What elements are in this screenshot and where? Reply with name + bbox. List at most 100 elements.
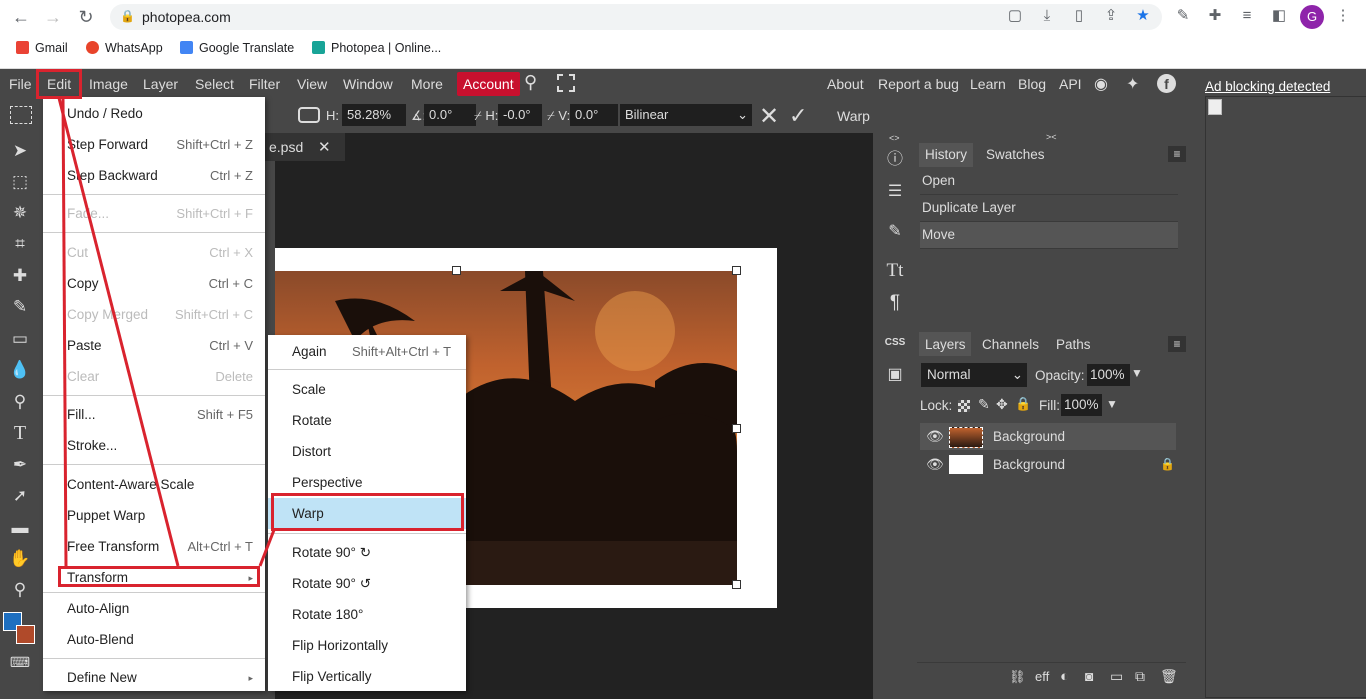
submenu-item-flip-horizontal[interactable]: Flip Horizontally xyxy=(292,638,388,653)
css-icon[interactable]: CSS xyxy=(883,331,907,355)
submenu-item-flip-vertical[interactable]: Flip Vertically xyxy=(292,669,372,684)
delete-layer-icon[interactable]: 🗑 xyxy=(1160,668,1178,685)
mask-icon[interactable]: ◙ xyxy=(1085,668,1093,684)
brush-settings-icon[interactable]: ✎ xyxy=(883,220,907,244)
link-learn[interactable]: Learn xyxy=(970,76,1006,92)
fill-dropdown-icon[interactable]: ▼ xyxy=(1106,397,1118,411)
reload-icon[interactable]: ↻ xyxy=(75,6,97,28)
tab-swatches[interactable]: Swatches xyxy=(986,147,1045,162)
new-layer-icon[interactable]: ⧉ xyxy=(1135,668,1145,685)
fill-input[interactable]: 100% xyxy=(1061,394,1102,416)
opacity-dropdown-icon[interactable]: ▼ xyxy=(1131,366,1143,380)
hand-icon[interactable]: ✋ xyxy=(8,547,32,571)
transform-handle[interactable] xyxy=(732,424,741,433)
tab-paths[interactable]: Paths xyxy=(1056,337,1091,352)
history-menu-icon[interactable]: ≡ xyxy=(1168,146,1186,162)
menu-filter[interactable]: Filter xyxy=(249,76,280,92)
folder-icon[interactable]: ▭ xyxy=(1110,668,1123,685)
cast-icon[interactable]: ▢ xyxy=(1006,7,1024,25)
eye-icon[interactable]: 👁 xyxy=(926,423,944,450)
submenu-item-again[interactable]: Again xyxy=(292,344,327,359)
angle-input[interactable]: 0.0° xyxy=(424,104,476,126)
avatar[interactable]: G xyxy=(1300,5,1324,29)
character-icon[interactable]: Tt xyxy=(883,259,907,283)
submenu-item-rotate-90-cw[interactable]: Rotate 90° ↻ xyxy=(292,545,371,561)
menu-image[interactable]: Image xyxy=(89,76,128,92)
page-icon[interactable]: ▯ xyxy=(1070,7,1088,25)
adjustments-icon[interactable]: ☰ xyxy=(883,180,907,204)
marquee-top-icon[interactable] xyxy=(10,106,32,124)
extensions-icon[interactable]: ✚ xyxy=(1206,7,1224,25)
link-ratio-icon[interactable] xyxy=(298,107,320,123)
confirm-transform-icon[interactable]: ✓ xyxy=(789,103,807,129)
eye-icon[interactable]: 👁 xyxy=(926,451,944,478)
menu-window[interactable]: Window xyxy=(343,76,393,92)
link-layers-icon[interactable]: ⛓ xyxy=(1009,669,1026,685)
gradient-icon[interactable]: ▭ xyxy=(8,327,32,351)
tab-history[interactable]: History xyxy=(925,147,967,162)
pen-icon[interactable]: ✒ xyxy=(8,453,32,477)
submenu-item-rotate[interactable]: Rotate xyxy=(292,413,332,428)
move-tool-icon[interactable]: ➤ xyxy=(8,139,32,163)
link-about[interactable]: About xyxy=(827,76,864,92)
close-tab-icon[interactable]: ✕ xyxy=(318,138,331,156)
skew-h-input[interactable]: -0.0° xyxy=(498,104,542,126)
back-icon[interactable]: ← xyxy=(10,6,32,28)
background-color-swatch[interactable] xyxy=(16,625,35,644)
paragraph-icon[interactable]: ¶ xyxy=(883,291,907,315)
effects-icon[interactable]: eff xyxy=(1035,669,1049,684)
account-button[interactable]: Account xyxy=(457,72,520,96)
history-item[interactable]: Duplicate Layer xyxy=(920,195,1178,222)
blur-icon[interactable]: 💧 xyxy=(8,358,32,382)
interpolation-select[interactable]: Bilinear ⌄ xyxy=(620,104,752,126)
lock-position-icon[interactable]: ✥ xyxy=(996,396,1008,413)
history-item-active[interactable]: Move xyxy=(920,222,1178,249)
kebab-menu-icon[interactable]: ⋮ xyxy=(1334,7,1352,25)
layer-row[interactable]: 👁 Background 🔒 xyxy=(920,451,1176,478)
tab-channels[interactable]: Channels xyxy=(982,337,1039,352)
menu-file[interactable]: File xyxy=(9,76,32,92)
layer-name[interactable]: Background xyxy=(993,451,1065,478)
sidepanel-icon[interactable]: ◧ xyxy=(1270,7,1288,25)
forward-icon[interactable]: → xyxy=(42,6,64,28)
shape-icon[interactable]: ▬ xyxy=(8,516,32,540)
height-input[interactable]: 58.28% xyxy=(342,104,406,126)
layer-name[interactable]: Background xyxy=(993,423,1065,450)
bookmark-photopea[interactable]: Photopea | Online... xyxy=(312,41,441,55)
blend-mode-select[interactable]: Normal ⌄ xyxy=(921,363,1027,387)
document-tab[interactable]: e.psd ✕ xyxy=(265,133,345,161)
crop-icon[interactable]: ⌗ xyxy=(8,232,32,256)
link-api[interactable]: API xyxy=(1059,76,1082,92)
collapse-left-icon[interactable]: <> xyxy=(889,133,900,143)
lock-pixels-icon[interactable]: ✎ xyxy=(978,396,990,413)
layers-menu-icon[interactable]: ≡ xyxy=(1168,336,1186,352)
search-icon[interactable]: ⚲ xyxy=(524,72,537,93)
transform-handle[interactable] xyxy=(732,580,741,589)
tab-layers[interactable]: Layers xyxy=(925,337,966,352)
transform-handle[interactable] xyxy=(732,266,741,275)
bookmark-google-translate[interactable]: Google Translate xyxy=(180,41,294,55)
layer-row[interactable]: 👁 Background xyxy=(920,423,1176,450)
rect-select-icon[interactable]: ⬚ xyxy=(8,170,32,194)
history-item[interactable]: Open xyxy=(920,168,1178,195)
menu-more[interactable]: More xyxy=(411,76,443,92)
adjustment-layer-icon[interactable]: ◐ xyxy=(1060,668,1069,685)
image-icon[interactable]: ▣ xyxy=(883,363,907,387)
download-icon[interactable]: ⤓ xyxy=(1038,7,1056,25)
lock-transparency-icon[interactable] xyxy=(958,400,970,412)
submenu-item-rotate-90-ccw[interactable]: Rotate 90° ↺ xyxy=(292,576,371,592)
bookmark-star-icon[interactable]: ★ xyxy=(1134,7,1152,25)
facebook-icon[interactable]: f xyxy=(1157,74,1176,93)
transform-handle[interactable] xyxy=(452,266,461,275)
text-tool-icon[interactable]: T xyxy=(8,421,32,445)
link-report-bug[interactable]: Report a bug xyxy=(878,76,959,92)
warp-toggle[interactable]: Warp xyxy=(837,108,870,124)
path-select-icon[interactable]: ➚ xyxy=(8,484,32,508)
dodge-icon[interactable]: ⚲ xyxy=(8,390,32,414)
address-bar[interactable] xyxy=(110,4,1162,30)
keyboard-icon[interactable]: ⌨ xyxy=(8,650,32,674)
menu-select[interactable]: Select xyxy=(195,76,234,92)
submenu-item-perspective[interactable]: Perspective xyxy=(292,475,363,490)
fullscreen-icon[interactable] xyxy=(557,74,575,92)
zoom-icon[interactable]: ⚲ xyxy=(8,578,32,602)
